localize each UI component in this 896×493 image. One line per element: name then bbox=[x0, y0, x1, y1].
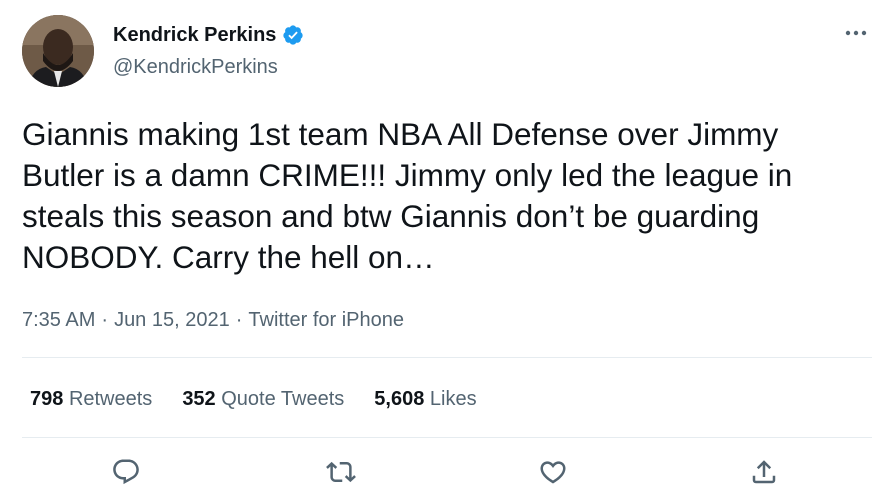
avatar[interactable] bbox=[22, 15, 94, 87]
reply-icon bbox=[113, 459, 139, 485]
share-button[interactable] bbox=[744, 452, 784, 492]
author-handle[interactable]: @KendrickPerkins bbox=[113, 54, 278, 80]
retweets-count: 798 bbox=[30, 388, 64, 410]
likes-stat[interactable]: 5,608 Likes bbox=[374, 385, 476, 413]
verified-badge-icon bbox=[282, 24, 304, 46]
author-display-name[interactable]: Kendrick Perkins bbox=[113, 22, 276, 48]
like-button[interactable] bbox=[533, 452, 573, 492]
retweets-label: Retweets bbox=[68, 388, 153, 410]
tweet-source-link[interactable]: Twitter for iPhone bbox=[248, 306, 404, 334]
more-icon bbox=[845, 30, 867, 36]
quote-tweets-label: Quote Tweets bbox=[221, 388, 345, 410]
avatar-image bbox=[22, 15, 94, 87]
author-name-row[interactable]: Kendrick Perkins bbox=[113, 22, 304, 48]
quote-tweets-count: 352 bbox=[182, 388, 216, 410]
divider bbox=[22, 357, 872, 358]
more-options-button[interactable] bbox=[836, 18, 876, 48]
like-icon bbox=[540, 461, 566, 484]
likes-label: Likes bbox=[429, 388, 477, 410]
divider bbox=[22, 437, 872, 438]
likes-count: 5,608 bbox=[374, 388, 425, 410]
retweet-icon bbox=[326, 461, 356, 483]
share-icon bbox=[752, 460, 776, 484]
retweet-button[interactable] bbox=[321, 452, 361, 492]
tweet-time-link[interactable]: 7:35 AM bbox=[22, 306, 95, 334]
tweet-text: Giannis making 1st team NBA All Defense … bbox=[22, 116, 793, 275]
tweet-date-link[interactable]: Jun 15, 2021 bbox=[114, 306, 230, 334]
tweet-stats: 798 Retweets 352 Quote Tweets 5,608 Like… bbox=[30, 385, 477, 413]
reply-button[interactable] bbox=[106, 452, 146, 492]
meta-separator: · bbox=[101, 309, 109, 331]
quote-tweets-stat[interactable]: 352 Quote Tweets bbox=[182, 385, 344, 413]
tweet-actions-bar bbox=[0, 452, 896, 492]
tweet-meta: 7:35 AM · Jun 15, 2021 · Twitter for iPh… bbox=[22, 306, 404, 334]
retweets-stat[interactable]: 798 Retweets bbox=[30, 385, 152, 413]
meta-separator: · bbox=[235, 309, 243, 331]
